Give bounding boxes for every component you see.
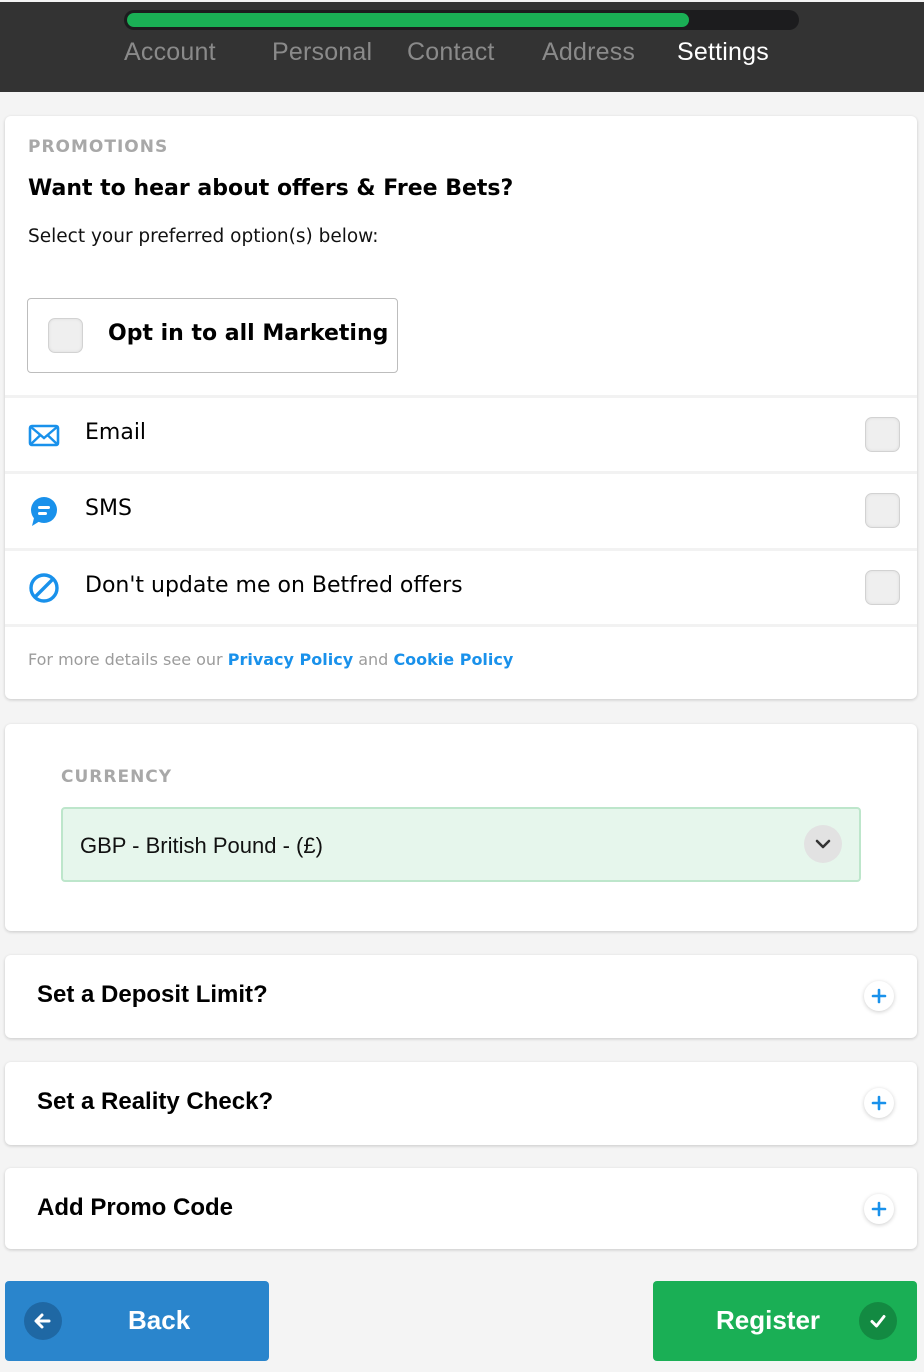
promo-code-title: Add Promo Code (37, 1194, 233, 1221)
register-button-label: Register (716, 1305, 821, 1335)
chat-bubble-icon (28, 495, 60, 527)
currency-selected-value: GBP - British Pound - (£) (80, 833, 323, 858)
promo-code-accordion[interactable]: Add Promo Code (5, 1168, 917, 1249)
plus-icon[interactable] (864, 981, 894, 1011)
opt-in-all-label: Opt in to all Marketing (108, 321, 389, 346)
divider (5, 624, 917, 627)
back-button[interactable]: Back (5, 1281, 269, 1361)
registration-progress-bar (124, 10, 799, 30)
currency-select[interactable]: GBP - British Pound - (£) (61, 807, 861, 882)
promotions-card: PROMOTIONS Want to hear about offers & F… (5, 116, 917, 699)
registration-header: Account Personal Contact Address Setting… (0, 2, 924, 92)
currency-card: CURRENCY GBP - British Pound - (£) (5, 724, 917, 931)
footnote-and: and (358, 650, 389, 669)
checkmark-icon (859, 1302, 897, 1340)
promotions-subline: Select your preferred option(s) below: (28, 226, 379, 247)
register-button[interactable]: Register (653, 1281, 917, 1361)
registration-progress-fill (127, 13, 689, 27)
option-sms[interactable]: SMS (5, 474, 917, 547)
back-button-label: Back (128, 1305, 191, 1335)
step-address[interactable]: Address (542, 38, 635, 67)
policy-footnote: For more details see our Privacy Policy … (28, 650, 513, 669)
option-email[interactable]: Email (5, 398, 917, 471)
sms-checkbox[interactable] (865, 493, 900, 528)
step-account[interactable]: Account (124, 38, 216, 67)
email-checkbox[interactable] (865, 417, 900, 452)
footnote-prefix: For more details see our (28, 650, 223, 669)
promotions-headline: Want to hear about offers & Free Bets? (28, 176, 514, 201)
opt-in-all-marketing[interactable]: Opt in to all Marketing (27, 298, 398, 373)
step-personal[interactable]: Personal (272, 38, 372, 67)
promotions-eyebrow: PROMOTIONS (28, 137, 169, 157)
currency-label: CURRENCY (61, 767, 173, 787)
step-tabs: Account Personal Contact Address Setting… (0, 38, 924, 74)
reality-check-accordion[interactable]: Set a Reality Check? (5, 1062, 917, 1145)
option-no-updates-label: Don't update me on Betfred offers (85, 573, 463, 598)
plus-icon[interactable] (864, 1194, 894, 1224)
arrow-left-icon (24, 1302, 62, 1340)
no-entry-icon (28, 572, 60, 604)
chevron-down-icon[interactable] (804, 825, 842, 863)
plus-icon[interactable] (864, 1088, 894, 1118)
option-sms-label: SMS (85, 496, 132, 521)
privacy-policy-link[interactable]: Privacy Policy (228, 650, 353, 669)
opt-in-all-checkbox[interactable] (48, 318, 83, 353)
option-email-label: Email (85, 420, 147, 445)
no-updates-checkbox[interactable] (865, 570, 900, 605)
deposit-limit-accordion[interactable]: Set a Deposit Limit? (5, 955, 917, 1038)
step-settings[interactable]: Settings (677, 38, 769, 67)
option-no-updates[interactable]: Don't update me on Betfred offers (5, 551, 917, 624)
cookie-policy-link[interactable]: Cookie Policy (393, 650, 513, 669)
step-contact[interactable]: Contact (407, 38, 495, 67)
deposit-limit-title: Set a Deposit Limit? (37, 981, 268, 1008)
envelope-icon (28, 419, 60, 451)
reality-check-title: Set a Reality Check? (37, 1088, 274, 1115)
